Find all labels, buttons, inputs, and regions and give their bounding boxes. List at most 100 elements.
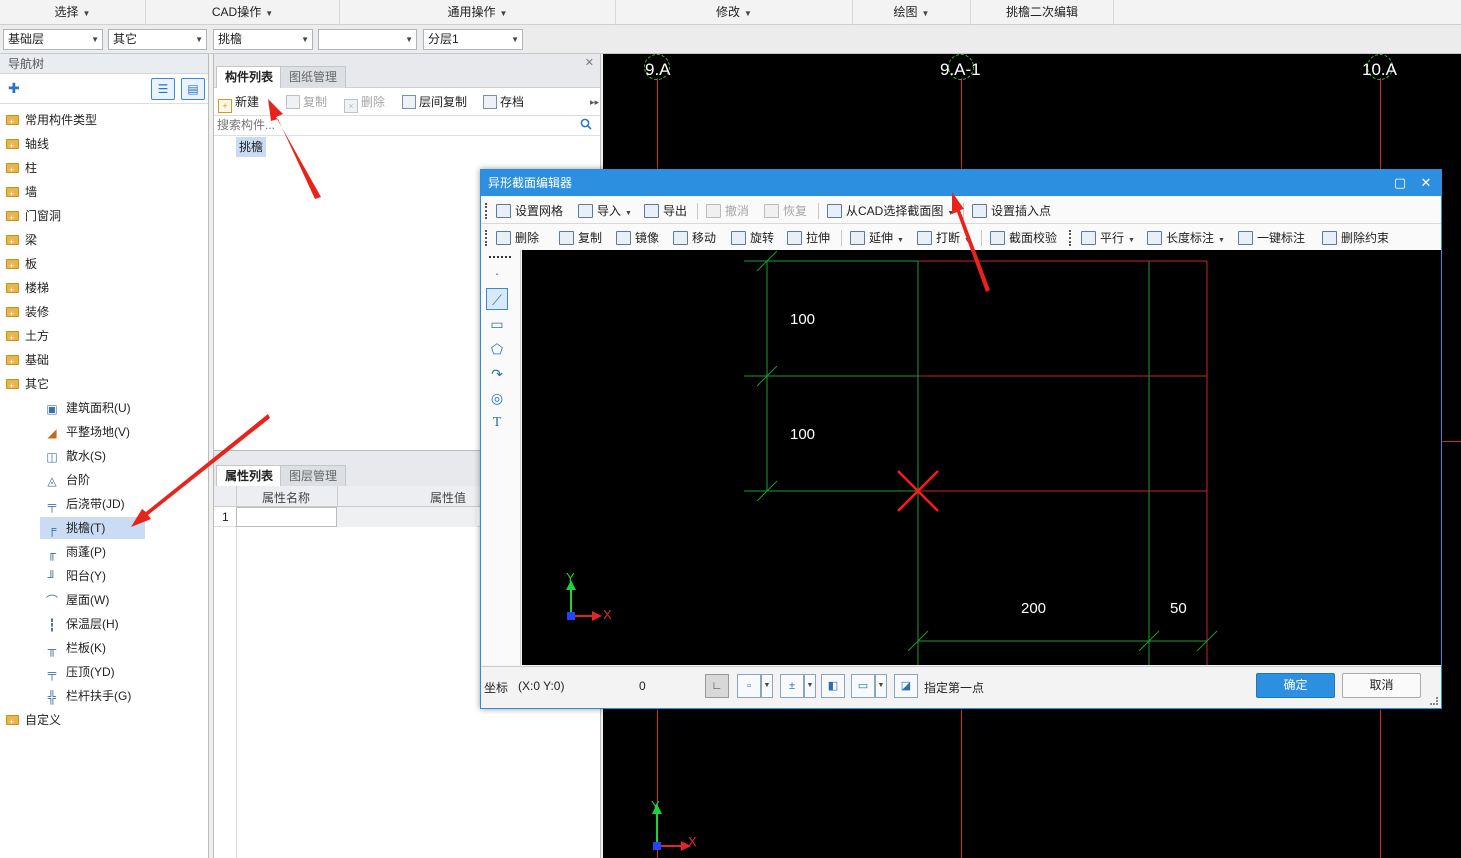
tree-folder-beam[interactable]: 梁 [6, 229, 37, 253]
move-button[interactable]: 移动 [673, 228, 716, 248]
set-insert-point-button[interactable]: 设置插入点 [972, 201, 1051, 221]
floor-copy-button[interactable]: 层间复制 [402, 92, 467, 112]
tab-property-list[interactable]: 属性列表 [216, 465, 283, 487]
search-input[interactable] [214, 116, 554, 134]
cad-view-icon[interactable]: ◪ [894, 674, 918, 698]
export-button[interactable]: 导出 [644, 201, 687, 221]
ortho-icon[interactable]: ∟ [705, 674, 729, 698]
grid-view-icon[interactable]: ▤ [181, 78, 205, 100]
tree-item-balcony[interactable]: ╜ 阳台(Y) [44, 565, 106, 587]
tree-item-insulation[interactable]: ┇ 保温层(H) [44, 613, 118, 635]
type-select[interactable]: 挑檐 ▼ [213, 29, 313, 50]
tree-folder-foundation[interactable]: 基础 [6, 349, 49, 373]
tree-folder-column[interactable]: 柱 [6, 157, 37, 181]
layer-icon[interactable]: ◧ [821, 674, 845, 698]
mirror-button[interactable]: 镜像 [616, 228, 659, 248]
tree-item-coping[interactable]: ╤ 压顶(YD) [44, 661, 115, 683]
tree-item-canopy[interactable]: ╓ 雨蓬(P) [44, 541, 106, 563]
tree-folder-earthwork[interactable]: 土方 [6, 325, 49, 349]
floor-select[interactable]: 基础层 ▼ [3, 29, 103, 50]
menu-modify[interactable]: 修改 ▼ [616, 0, 853, 25]
new-button[interactable]: + 新建 [218, 92, 259, 113]
redo-button[interactable]: 恢复 [764, 201, 807, 221]
tree-item-apron[interactable]: ◫ 散水(S) [44, 445, 106, 467]
arc-tool-icon[interactable]: ↷ [486, 363, 508, 385]
tree-item-post-cast-strip[interactable]: ╤ 后浇带(JD) [44, 493, 125, 515]
menu-draw[interactable]: 绘图 ▼ [853, 0, 971, 25]
section-canvas[interactable]: 100 100 200 50 Y X [522, 250, 1441, 665]
parallel-button[interactable]: 平行 ▼ [1081, 228, 1135, 248]
tab-drawing-management[interactable]: 图纸管理 [280, 66, 347, 88]
search-icon[interactable] [580, 118, 592, 130]
tree-folder-axis[interactable]: 轴线 [6, 133, 49, 157]
chevron-down-icon[interactable]: ▼ [804, 674, 816, 698]
close-icon[interactable]: ✕ [585, 56, 594, 69]
sublayer-select[interactable]: 分层1 ▼ [423, 29, 523, 50]
toolbar-grip [485, 230, 488, 246]
auto-dimension-button[interactable]: 一键标注 [1238, 228, 1305, 248]
tree-item-railing[interactable]: ╬ 栏杆扶手(G) [44, 685, 132, 707]
undo-button[interactable]: 撤消 [706, 201, 749, 221]
tree-folder-finish[interactable]: 装修 [6, 301, 49, 325]
folder-icon [6, 159, 19, 181]
chevron-down-icon[interactable]: ▼ [875, 674, 887, 698]
tree-item-area[interactable]: ▣ 建筑面积(U) [44, 397, 130, 419]
menu-cad-ops[interactable]: CAD操作 ▼ [146, 0, 340, 25]
resize-grip-icon[interactable] [1430, 697, 1438, 705]
delete-button[interactable]: × 删除 [344, 92, 385, 113]
menu-select[interactable]: 选择 ▼ [0, 0, 146, 25]
copy-button[interactable]: 复制 [286, 92, 327, 112]
tree-item-parapet[interactable]: ╥ 栏板(K) [44, 637, 106, 659]
component-select[interactable]: ▼ [318, 29, 417, 50]
more-icon[interactable]: ▸▸ [590, 92, 599, 112]
tree-folder-slab[interactable]: 板 [6, 253, 37, 277]
tree-item-eave[interactable]: ╒ 挑檐(T) [40, 517, 145, 539]
line-tool-icon[interactable]: ⟋ [486, 288, 508, 310]
tree-folder-common[interactable]: 常用构件类型 [6, 109, 97, 133]
length-dimension-button[interactable]: 长度标注 ▼ [1147, 228, 1225, 248]
circle-tool-icon[interactable]: ◎ [486, 387, 508, 409]
close-icon[interactable]: ✕ [1413, 170, 1439, 196]
set-grid-button[interactable]: 设置网格 [496, 201, 563, 221]
tree-folder-other[interactable]: 其它 [6, 373, 49, 397]
polygon-tool-icon[interactable]: ⬠ [486, 338, 508, 360]
component-item-eave[interactable]: 挑檐 [236, 137, 267, 157]
ok-button[interactable]: 确定 [1256, 673, 1335, 698]
select-from-cad-button[interactable]: 从CAD选择截面图 ▼ [827, 201, 954, 221]
maximize-icon[interactable]: ▢ [1387, 170, 1413, 196]
delete-button[interactable]: 删除 [496, 228, 539, 248]
tree-folder-wall[interactable]: 墙 [6, 181, 37, 205]
chevron-down-icon: ▼ [897, 237, 904, 244]
save-button[interactable]: 存档 [483, 92, 524, 112]
tree-item-steps[interactable]: ◬ 台阶 [44, 469, 90, 491]
display-icon[interactable]: ▭ [851, 674, 875, 698]
expand-all-icon[interactable]: ✚ [8, 80, 20, 97]
tab-layer-management[interactable]: 图层管理 [280, 465, 347, 487]
list-view-icon[interactable]: ☰ [151, 78, 175, 100]
folder-icon [6, 711, 19, 733]
menu-common-ops[interactable]: 通用操作 ▼ [340, 0, 616, 25]
chevron-down-icon[interactable]: ▼ [761, 674, 773, 698]
tree-item-site-level[interactable]: ◢ 平整场地(V) [44, 421, 130, 443]
cancel-button[interactable]: 取消 [1342, 673, 1421, 698]
menu-eave-edit[interactable]: 挑檐二次编辑 [971, 0, 1114, 25]
break-button[interactable]: 打断 ▼ [917, 228, 971, 248]
dimension-toggle-icon[interactable]: ± [780, 674, 804, 698]
tree-folder-openings[interactable]: 门窗洞 [6, 205, 61, 229]
tree-item-roof[interactable]: ⌒ 屋面(W) [44, 589, 109, 611]
rotate-button[interactable]: 旋转 [731, 228, 774, 248]
rectangle-tool-icon[interactable]: ▭ [486, 313, 508, 335]
import-button[interactable]: 导入 ▼ [578, 201, 632, 221]
text-tool-icon[interactable]: T [486, 412, 508, 434]
category-select[interactable]: 其它 ▼ [108, 29, 207, 50]
tree-folder-stairs[interactable]: 楼梯 [6, 277, 49, 301]
section-check-button[interactable]: 截面校验 [990, 228, 1057, 248]
tree-folder-custom[interactable]: 自定义 [6, 709, 61, 733]
stretch-button[interactable]: 拉伸 [787, 228, 830, 248]
remove-constraint-button[interactable]: 删除约束 [1322, 228, 1389, 248]
extend-button[interactable]: 延伸 ▼ [850, 228, 904, 248]
copy-button[interactable]: 复制 [559, 228, 602, 248]
snap-icon[interactable]: ▫ [737, 674, 761, 698]
tab-component-list[interactable]: 构件列表 [216, 66, 283, 88]
point-tool-icon[interactable]: · [486, 262, 508, 284]
